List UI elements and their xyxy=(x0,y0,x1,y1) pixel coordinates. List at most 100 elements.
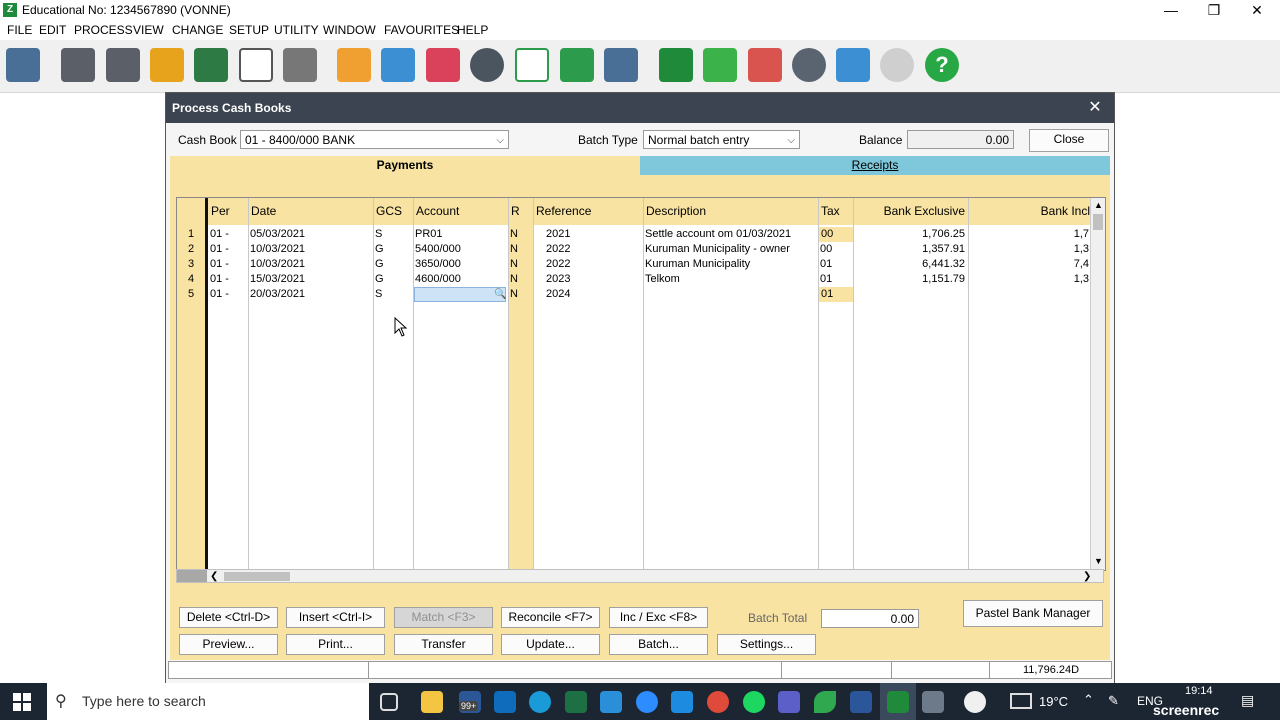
restore-button[interactable]: ❐ xyxy=(1194,0,1234,21)
col-header-account: Account xyxy=(413,198,508,225)
close-button[interactable]: Close xyxy=(1029,129,1109,152)
compass-icon[interactable] xyxy=(792,48,826,82)
grid-divider xyxy=(205,198,208,570)
customer-doc-icon[interactable] xyxy=(61,48,95,82)
print-button[interactable]: Print... xyxy=(286,634,385,655)
dialog-close-icon[interactable]: ✕ xyxy=(1084,97,1106,117)
vertical-scrollbar[interactable]: ▲ ▼ xyxy=(1090,198,1105,570)
chevron-up-icon[interactable]: ⌃ xyxy=(1083,692,1094,708)
camera-icon[interactable] xyxy=(671,691,693,713)
cell-description: Settle account om 01/03/2021 xyxy=(645,228,792,240)
stock-icon[interactable] xyxy=(426,48,460,82)
cash-icon[interactable] xyxy=(150,48,184,82)
spotify-icon[interactable] xyxy=(743,691,765,713)
certificate-icon[interactable] xyxy=(748,48,782,82)
pastel-bank-manager-button[interactable]: Pastel Bank Manager xyxy=(963,600,1103,627)
windows-start-icon[interactable] xyxy=(13,693,31,711)
batch-button[interactable]: Batch... xyxy=(609,634,708,655)
supplier-doc-icon[interactable] xyxy=(106,48,140,82)
printer-icon[interactable] xyxy=(604,48,638,82)
excel-icon[interactable] xyxy=(565,691,587,713)
menu-window[interactable]: WINDOW xyxy=(323,23,376,37)
help-icon[interactable]: ? xyxy=(925,48,959,82)
batch-type-value: Normal batch entry xyxy=(648,133,750,147)
tab-payments[interactable]: Payments xyxy=(170,156,640,175)
cash-register-icon[interactable] xyxy=(283,48,317,82)
cell-reference: 2022 xyxy=(546,258,571,270)
menu-change[interactable]: CHANGE xyxy=(172,23,223,37)
word-icon[interactable] xyxy=(850,691,872,713)
col-header-tax: Tax xyxy=(818,198,853,225)
notifications-icon[interactable]: ▤ xyxy=(1241,692,1254,709)
tab-receipts[interactable]: Receipts xyxy=(640,156,1110,175)
clock-time[interactable]: 19:14 xyxy=(1185,685,1213,697)
calculator-icon[interactable] xyxy=(922,691,944,713)
zoom-icon[interactable] xyxy=(636,691,658,713)
chevron-up-icon[interactable]: ▲ xyxy=(1094,200,1103,210)
col-header-bank-exclusive: Bank Exclusive xyxy=(853,198,968,225)
account-input[interactable] xyxy=(414,287,506,302)
horizontal-scrollbar[interactable]: ❮ ❯ xyxy=(176,569,1104,583)
row-number: 5 xyxy=(188,288,195,300)
notepad-icon[interactable] xyxy=(836,48,870,82)
menu-favourites[interactable]: FAVOURITES xyxy=(384,23,459,37)
edit-supplier-icon[interactable] xyxy=(381,48,415,82)
menu-process[interactable]: PROCESS xyxy=(74,23,133,37)
transactions-grid[interactable]: Per Date GCS Account R Reference Descrip… xyxy=(176,197,1106,571)
settings-button[interactable]: Settings... xyxy=(717,634,816,655)
cell-reference: 2022 xyxy=(546,243,571,255)
menu-setup[interactable]: SETUP xyxy=(229,23,269,37)
close-window-button[interactable]: ✕ xyxy=(1237,0,1277,21)
help-circle-icon[interactable] xyxy=(964,691,986,713)
menu-file[interactable]: FILE xyxy=(7,23,32,37)
task-view-icon[interactable] xyxy=(380,693,398,711)
export-icon[interactable] xyxy=(6,48,40,82)
lookup-search-icon[interactable]: 🔍 xyxy=(494,287,506,302)
text-icon[interactable] xyxy=(239,48,273,82)
weather-temp[interactable]: 19°C xyxy=(1039,694,1068,709)
map-icon[interactable] xyxy=(659,48,693,82)
menu-help[interactable]: HELP xyxy=(457,23,488,37)
menu-edit[interactable]: EDIT xyxy=(39,23,66,37)
scroll-thumb[interactable] xyxy=(1093,214,1103,230)
taskbar-search-box[interactable]: ⚲ Type here to search xyxy=(47,683,369,720)
pen-icon[interactable]: ✎ xyxy=(1108,693,1119,709)
batch-type-select[interactable]: Normal batch entry ⌵ xyxy=(643,130,800,149)
chevron-right-icon[interactable]: ❯ xyxy=(1083,571,1091,582)
preview-button[interactable]: Preview... xyxy=(179,634,278,655)
chrome-icon[interactable] xyxy=(707,691,729,713)
chevron-down-icon[interactable]: ▼ xyxy=(1094,556,1103,566)
edit-customer-icon[interactable] xyxy=(337,48,371,82)
teams-icon[interactable] xyxy=(778,691,800,713)
update-button[interactable]: Update... xyxy=(501,634,600,655)
edge-icon[interactable] xyxy=(529,691,551,713)
money-icon[interactable] xyxy=(560,48,594,82)
menu-view[interactable]: VIEW xyxy=(133,23,164,37)
menu-utility[interactable]: UTILITY xyxy=(274,23,319,37)
pastel-app-icon[interactable] xyxy=(887,691,909,713)
cell-reference: 2024 xyxy=(546,288,571,300)
pie-chart-icon[interactable] xyxy=(470,48,504,82)
inc-exc-button[interactable]: Inc / Exc <F8> xyxy=(609,607,708,628)
file-explorer-icon[interactable] xyxy=(421,691,443,713)
chat-icon[interactable] xyxy=(880,48,914,82)
delete-button[interactable]: Delete <Ctrl-D> xyxy=(179,607,278,628)
cell-tax[interactable]: 01 xyxy=(819,287,853,302)
cell-per: 01 - xyxy=(210,288,229,300)
scroll-thumb[interactable] xyxy=(224,572,290,581)
cash-book-select[interactable]: 01 - 8400/000 BANK ⌵ xyxy=(240,130,509,149)
transfer-button[interactable]: Transfer xyxy=(394,634,493,655)
chevron-left-icon[interactable]: ❮ xyxy=(210,571,218,582)
reconcile-button[interactable]: Reconcile <F7> xyxy=(501,607,600,628)
minimize-button[interactable]: — xyxy=(1151,0,1191,21)
graph-icon[interactable] xyxy=(515,48,549,82)
store-icon[interactable] xyxy=(600,691,622,713)
insert-button[interactable]: Insert <Ctrl-I> xyxy=(286,607,385,628)
lightning-icon[interactable] xyxy=(703,48,737,82)
match-button[interactable]: Match <F3> xyxy=(394,607,493,628)
outlook-icon[interactable] xyxy=(494,691,516,713)
leaf-app-icon[interactable] xyxy=(814,691,836,713)
cell-bank-exclusive: 1,706.25 xyxy=(922,228,965,240)
cell-account: PR01 xyxy=(415,228,443,240)
transfer-icon[interactable] xyxy=(194,48,228,82)
